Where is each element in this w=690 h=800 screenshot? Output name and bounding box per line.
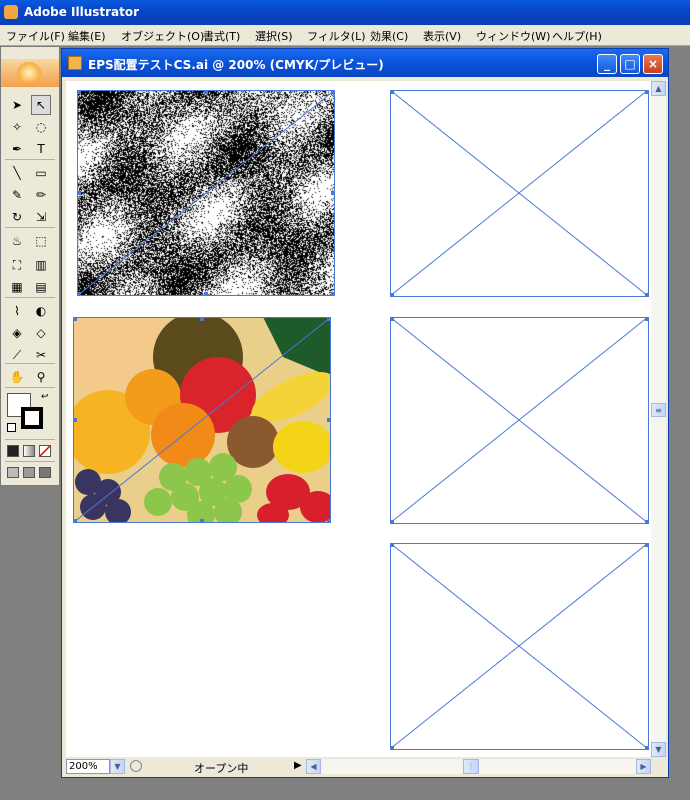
standard-screen-mode-icon[interactable] bbox=[7, 467, 19, 478]
default-colors-icon[interactable] bbox=[7, 423, 16, 432]
free-transform-icon[interactable]: ⬚ bbox=[31, 231, 51, 251]
warp-icon[interactable]: ♨ bbox=[7, 231, 27, 251]
placed-fruit-photo[interactable] bbox=[73, 317, 331, 523]
tools-panel: ➤ ↖ ✧ ◌ ✒ T ╲ ▭ ✎ ✏ ↻ ⇲ ♨ ⬚ ⛶ ▥ ▦ ▤ ⌇ ◐ ◈ ◇ ⟋ ✂ ✋ ⚲ ↩ bbox=[0, 46, 60, 486]
lasso-icon[interactable]: ◌ bbox=[31, 117, 51, 137]
artboard-canvas[interactable] bbox=[66, 81, 651, 757]
vertical-scroll-thumb[interactable]: ≡ bbox=[651, 403, 666, 417]
menu-window[interactable]: ウィンドウ(W) bbox=[476, 28, 550, 44]
scroll-left-icon[interactable]: ◀ bbox=[306, 759, 321, 774]
status-menu-arrow-icon[interactable]: ▶ bbox=[294, 760, 302, 771]
full-screen-mode-icon[interactable] bbox=[39, 467, 51, 478]
illustrator-flower-icon bbox=[17, 62, 41, 84]
selection-overlay bbox=[77, 90, 335, 296]
horizontal-scroll-thumb[interactable]: ⦙ bbox=[463, 759, 479, 774]
scale-icon[interactable]: ⇲ bbox=[31, 207, 51, 227]
menu-effect[interactable]: 効果(C) bbox=[370, 28, 408, 44]
zoom-level-field[interactable]: 200% bbox=[66, 759, 110, 774]
symbol-sprayer-icon[interactable]: ⛶ bbox=[7, 255, 27, 275]
menu-object[interactable]: オブジェクト(O) bbox=[121, 28, 204, 44]
rectangle-icon[interactable]: ▭ bbox=[31, 163, 51, 183]
menu-bar: ファイル(F) 編集(E) オブジェクト(O) 書式(T) 選択(S) フィルタ… bbox=[0, 25, 690, 46]
vertical-scrollbar[interactable]: ▲ ≡ ▼ bbox=[651, 81, 666, 757]
illustrator-app-icon bbox=[4, 5, 18, 19]
line-icon[interactable]: ╲ bbox=[7, 163, 27, 183]
fruit-illustration bbox=[73, 317, 331, 523]
scroll-up-icon[interactable]: ▲ bbox=[651, 81, 666, 96]
zoom-dropdown-icon[interactable]: ▼ bbox=[110, 759, 125, 774]
pencil-icon[interactable]: ✏ bbox=[31, 185, 51, 205]
ai-document-icon bbox=[68, 56, 82, 70]
magic-wand-icon[interactable]: ✧ bbox=[7, 117, 27, 137]
tool-separator bbox=[5, 387, 55, 388]
color-mode-icon[interactable] bbox=[7, 445, 19, 457]
live-paint-select-icon[interactable]: ◇ bbox=[31, 323, 51, 343]
tool-separator bbox=[5, 439, 55, 440]
menu-filter[interactable]: フィルタ(L) bbox=[307, 28, 366, 44]
hand-icon[interactable]: ✋ bbox=[7, 367, 27, 387]
empty-image-placeholder-3[interactable] bbox=[390, 543, 651, 751]
gradient-icon[interactable]: ▤ bbox=[31, 277, 51, 297]
tool-separator bbox=[5, 461, 55, 462]
none-mode-icon[interactable] bbox=[39, 445, 51, 457]
empty-image-placeholder-2[interactable] bbox=[390, 317, 651, 525]
tool-separator bbox=[5, 297, 55, 298]
minimize-button[interactable]: _ bbox=[597, 54, 617, 74]
empty-image-placeholder-1[interactable] bbox=[390, 90, 651, 298]
menu-edit[interactable]: 編集(E) bbox=[68, 28, 106, 44]
tool-separator bbox=[5, 363, 55, 364]
type-icon[interactable]: T bbox=[31, 139, 51, 159]
placed-eps-noise-image[interactable] bbox=[77, 90, 335, 296]
scroll-right-icon[interactable]: ▶ bbox=[636, 759, 651, 774]
status-text: オープン中 bbox=[194, 762, 249, 775]
eyedropper-icon[interactable]: ⌇ bbox=[7, 301, 27, 321]
status-bar: 200% ▼ オープン中 ▶ ◀ ⦙ ▶ bbox=[66, 759, 666, 775]
document-titlebar[interactable]: EPS配置テストCS.ai @ 200% (CMYK/プレビュー) _ □ × bbox=[62, 49, 668, 77]
mesh-icon[interactable]: ▦ bbox=[7, 277, 27, 297]
status-info-icon[interactable] bbox=[130, 760, 142, 772]
direct-selection-icon[interactable]: ↖ bbox=[31, 95, 51, 115]
menu-file[interactable]: ファイル(F) bbox=[6, 28, 65, 44]
menu-type[interactable]: 書式(T) bbox=[203, 28, 240, 44]
menu-help[interactable]: ヘルプ(H) bbox=[552, 28, 602, 44]
zoom-icon[interactable]: ⚲ bbox=[31, 367, 51, 387]
selection-arrow-icon[interactable]: ➤ bbox=[7, 95, 27, 115]
rotate-icon[interactable]: ↻ bbox=[7, 207, 27, 227]
graph-icon[interactable]: ▥ bbox=[31, 255, 51, 275]
tool-separator bbox=[5, 227, 55, 228]
maximize-button[interactable]: □ bbox=[620, 54, 640, 74]
live-paint-icon[interactable]: ◈ bbox=[7, 323, 27, 343]
gradient-mode-icon[interactable] bbox=[23, 445, 35, 457]
close-button[interactable]: × bbox=[643, 54, 663, 74]
menu-select[interactable]: 選択(S) bbox=[255, 28, 293, 44]
document-window: EPS配置テストCS.ai @ 200% (CMYK/プレビュー) _ □ × bbox=[61, 48, 669, 778]
blend-icon[interactable]: ◐ bbox=[31, 301, 51, 321]
paintbrush-icon[interactable]: ✎ bbox=[7, 185, 27, 205]
tool-separator bbox=[5, 159, 55, 160]
document-title: EPS配置テストCS.ai @ 200% (CMYK/プレビュー) bbox=[88, 58, 384, 72]
full-screen-menu-mode-icon[interactable] bbox=[23, 467, 35, 478]
scroll-down-icon[interactable]: ▼ bbox=[651, 742, 666, 757]
swap-fill-stroke-icon[interactable]: ↩ bbox=[41, 392, 49, 402]
pen-icon[interactable]: ✒ bbox=[7, 139, 27, 159]
slice-icon[interactable]: ⟋ bbox=[7, 345, 27, 365]
app-title: Adobe Illustrator bbox=[24, 5, 140, 19]
horizontal-scrollbar[interactable]: ◀ ⦙ ▶ bbox=[306, 759, 651, 774]
stroke-swatch[interactable] bbox=[21, 407, 43, 429]
scissors-icon[interactable]: ✂ bbox=[31, 345, 51, 365]
tools-panel-header bbox=[1, 59, 59, 87]
app-titlebar: Adobe Illustrator bbox=[0, 0, 690, 25]
menu-view[interactable]: 表示(V) bbox=[423, 28, 461, 44]
